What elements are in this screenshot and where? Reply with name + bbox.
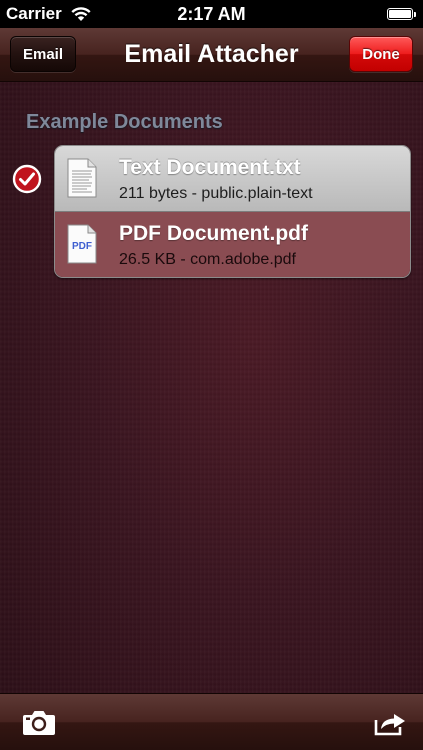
status-bar: Carrier 2:17 AM: [0, 0, 423, 28]
share-icon: [374, 714, 405, 736]
wifi-icon: [71, 7, 91, 21]
battery-level: [389, 10, 411, 18]
text-file-icon: [67, 158, 97, 198]
camera-icon: [23, 711, 55, 735]
list-item-subtitle: 211 bytes - public.plain-text: [119, 185, 313, 202]
bottom-toolbar: [0, 693, 423, 750]
share-button[interactable]: [373, 706, 409, 738]
done-button[interactable]: Done: [349, 36, 413, 72]
list-item-subtitle: 26.5 KB - com.adobe.pdf: [119, 251, 296, 268]
list-item-title: PDF Document.pdf: [119, 222, 308, 245]
camera-button[interactable]: [21, 706, 57, 738]
carrier-label: Carrier: [6, 4, 62, 23]
status-left: Carrier: [6, 4, 92, 24]
list-item-pdf-document[interactable]: PDF PDF Document.pdf 26.5 KB - com.adobe…: [55, 212, 410, 277]
pdf-icon-label: PDF: [72, 241, 92, 252]
pdf-file-icon: PDF: [67, 224, 97, 264]
checkmark-icon[interactable]: [12, 164, 42, 194]
documents-list: Text Document.txt 211 bytes - public.pla…: [54, 145, 411, 278]
list-item-title: Text Document.txt: [119, 156, 301, 179]
list-item-text-document[interactable]: Text Document.txt 211 bytes - public.pla…: [55, 146, 410, 212]
battery-icon: [387, 8, 416, 20]
section-header: Example Documents: [26, 111, 223, 133]
nav-bar: Email Email Attacher Done: [0, 28, 423, 82]
